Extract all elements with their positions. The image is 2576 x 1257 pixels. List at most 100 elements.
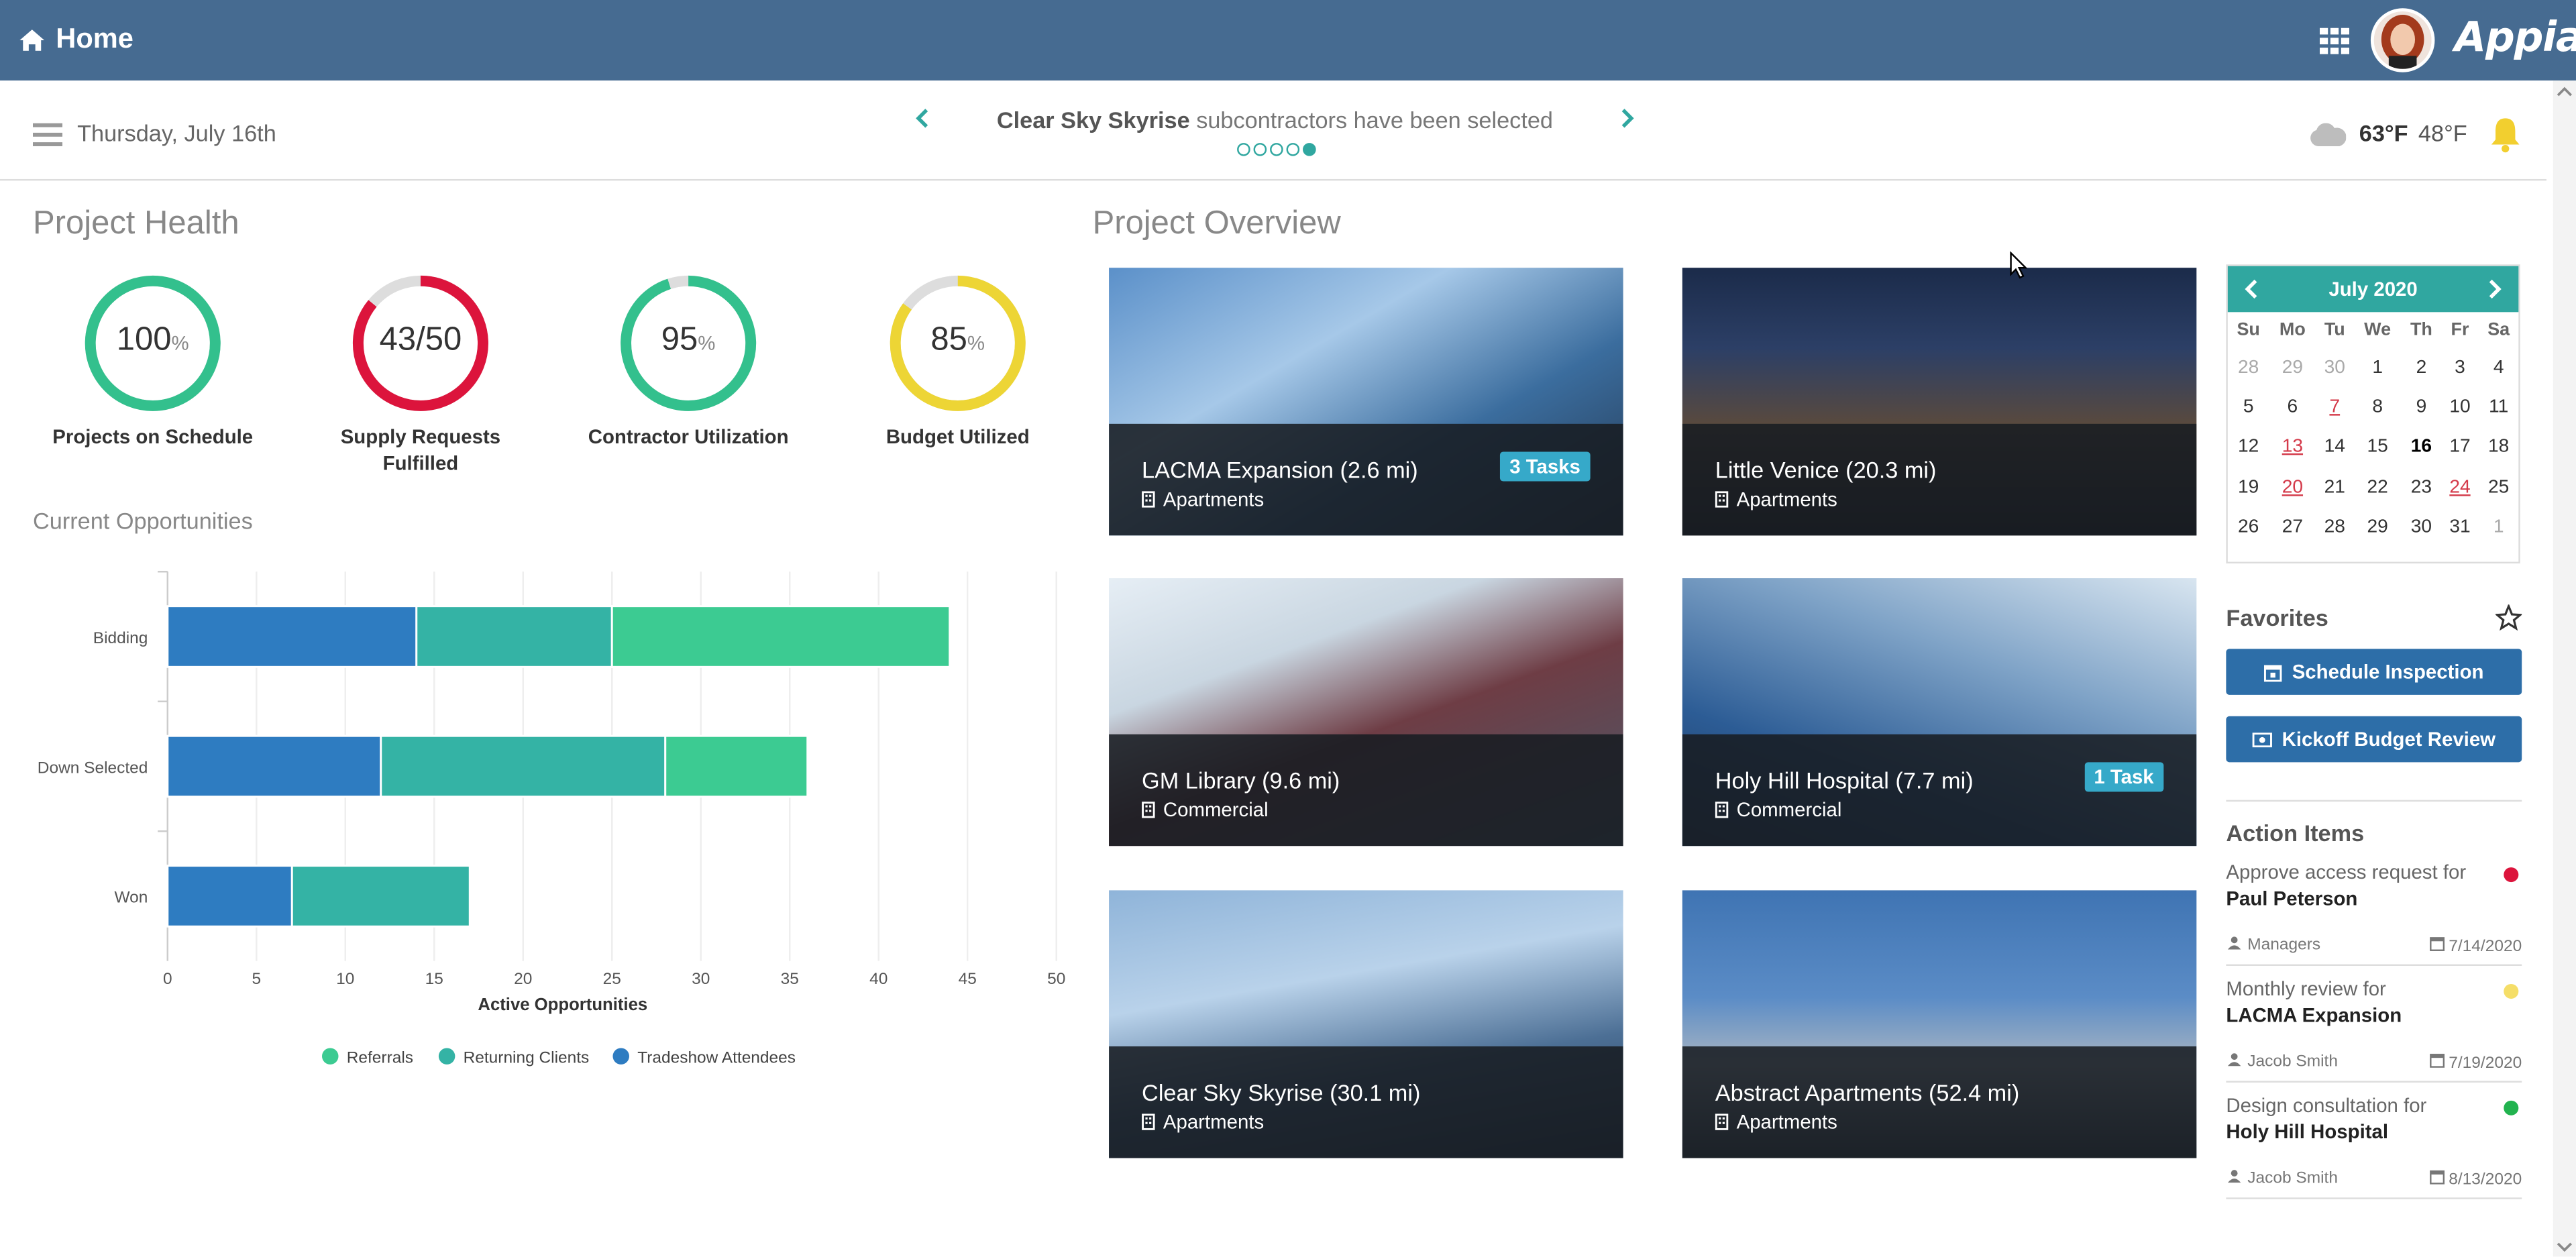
health-gauge: 85% Budget Utilized [835,273,1081,450]
calendar-icon [2428,1054,2444,1068]
announcement-message: subcontractors have been selected [1189,107,1553,133]
calendar-day[interactable]: 22 [2353,468,2402,507]
brand-logo[interactable]: Appian [2455,13,2576,61]
project-name[interactable]: Abstract Apartments (52.4 mi) [1715,1079,2020,1105]
project-name[interactable]: Clear Sky Skyrise (30.1 mi) [1142,1079,1420,1105]
calendar-day[interactable]: 4 [2479,348,2518,388]
calendar-day[interactable]: 8 [2353,388,2402,427]
scroll-up-icon[interactable] [2557,85,2573,99]
calendar-day[interactable]: 10 [2441,388,2479,427]
x-tick-label: 25 [603,970,621,988]
calendar-day[interactable]: 29 [2353,507,2402,547]
kickoff-budget-review-label: Kickoff Budget Review [2282,727,2496,751]
bar-segment [166,605,418,668]
calendar-day[interactable]: 13 [2269,428,2316,468]
calendar-day[interactable]: 23 [2402,468,2441,507]
calendar-day[interactable]: 20 [2269,468,2316,507]
calendar-day[interactable]: 14 [2316,428,2353,468]
calendar-day[interactable]: 15 [2353,428,2402,468]
announcement-project: Clear Sky Skyrise [996,107,1190,133]
calendar-day[interactable]: 30 [2402,507,2441,547]
calendar-day[interactable]: 27 [2269,507,2316,547]
project-name[interactable]: GM Library (9.6 mi) [1142,767,1340,794]
calendar: July 2020 Su Mo Tu We Th Fr Sa 28 29 30 1 2 3 4 5 6 7 8 9… [2226,264,2520,564]
action-subject[interactable]: LACMA Expansion [2226,1003,2522,1026]
carousel-indicator [1237,143,1316,156]
action-item[interactable]: Design consultation for Holy Hill Hospita… [2226,1094,2522,1199]
calendar-day[interactable]: 1 [2353,348,2402,388]
gauge-number: 85 [930,322,967,358]
calendar-day[interactable]: 3 [2441,348,2479,388]
calendar-next-month-icon[interactable] [2487,279,2502,299]
calendar-day[interactable]: 19 [2228,468,2269,507]
project-name[interactable]: LACMA Expansion (2.6 mi) [1142,457,1418,483]
calendar-day[interactable]: 5 [2228,388,2269,427]
action-subject[interactable]: Holy Hill Hospital [2226,1120,2522,1143]
x-tick-label: 5 [252,970,261,988]
calendar-day[interactable]: 9 [2402,388,2441,427]
calendar-day[interactable]: 16 [2402,428,2441,468]
calendar-day[interactable]: 26 [2228,507,2269,547]
calendar-day[interactable]: 11 [2479,388,2518,427]
carousel-dot[interactable] [1286,143,1300,156]
calendar-prev-month-icon[interactable] [2244,279,2259,299]
user-icon [2227,1170,2241,1183]
announcement-prev-button[interactable] [915,107,930,135]
calendar-day[interactable]: 1 [2479,507,2518,547]
star-icon[interactable] [2496,604,2522,631]
task-badge[interactable]: 3 Tasks [1499,451,1591,482]
gauge-suffix: % [171,331,189,355]
carousel-dot[interactable] [1270,143,1283,156]
carousel-dot[interactable] [1253,143,1267,156]
calendar-day[interactable]: 17 [2441,428,2479,468]
home-link[interactable]: Home [19,23,133,56]
calendar-day[interactable]: 18 [2479,428,2518,468]
kickoff-budget-review-button[interactable]: Kickoff Budget Review [2226,716,2522,763]
carousel-dot[interactable] [1237,143,1250,156]
calendar-day[interactable]: 7 [2316,388,2353,427]
user-avatar[interactable] [2370,8,2435,72]
calendar-day[interactable]: 28 [2316,507,2353,547]
action-item[interactable]: Approve access request for Paul Peterson M… [2226,861,2522,967]
bar-segment [610,605,951,668]
calendar-day[interactable]: 28 [2228,348,2269,388]
action-item[interactable]: Monthly review for LACMA Expansion Jacob S… [2226,977,2522,1083]
grid-icon[interactable] [2319,28,2350,54]
action-meta: Jacob Smith 8/13/2020 [2226,1170,2522,1189]
scroll-down-icon[interactable] [2557,1240,2573,1254]
action-assignee: Managers [2226,936,2320,956]
action-description: Approve access request for [2226,861,2467,884]
building-icon [1142,1113,1155,1130]
project-title: GM Library [1142,767,1256,794]
bell-icon[interactable] [2489,117,2522,153]
page-scrollbar[interactable] [2553,80,2576,1257]
calendar-day[interactable]: 24 [2441,468,2479,507]
calendar-day[interactable]: 6 [2269,388,2316,427]
project-card[interactable]: Little Venice (20.3 mi) Apartments [1682,268,2197,536]
hamburger-icon[interactable] [32,123,63,146]
announcement-next-button[interactable] [1620,107,1635,135]
project-card[interactable]: Holy Hill Hospital (7.7 mi) Commercial 1 T… [1682,578,2197,846]
x-tick-label: 35 [781,970,799,988]
weather-high: 63°F [2359,119,2408,146]
calendar-week: 12 13 14 15 16 17 18 [2228,428,2518,468]
project-card[interactable]: Clear Sky Skyrise (30.1 mi) Apartments [1109,890,1623,1158]
favorites-title: Favorites [2226,604,2328,631]
project-name[interactable]: Holy Hill Hospital (7.7 mi) [1715,767,1974,794]
project-card[interactable]: LACMA Expansion (2.6 mi) Apartments 3 Task… [1109,268,1623,536]
calendar-day[interactable]: 25 [2479,468,2518,507]
project-name[interactable]: Little Venice (20.3 mi) [1715,457,1937,483]
action-subject[interactable]: Paul Peterson [2226,887,2522,910]
calendar-day[interactable]: 31 [2441,507,2479,547]
calendar-day[interactable]: 21 [2316,468,2353,507]
project-card[interactable]: GM Library (9.6 mi) Commercial [1109,578,1623,846]
announcement-text[interactable]: Clear Sky Skyrise subcontractors have be… [979,107,1571,133]
calendar-day[interactable]: 29 [2269,348,2316,388]
carousel-dot[interactable] [1303,143,1316,156]
task-badge[interactable]: 1 Task [2084,762,2164,792]
calendar-day[interactable]: 30 [2316,348,2353,388]
calendar-day[interactable]: 12 [2228,428,2269,468]
schedule-inspection-button[interactable]: Schedule Inspection [2226,649,2522,695]
calendar-day[interactable]: 2 [2402,348,2441,388]
project-card[interactable]: Abstract Apartments (52.4 mi) Apartments [1682,890,2197,1158]
